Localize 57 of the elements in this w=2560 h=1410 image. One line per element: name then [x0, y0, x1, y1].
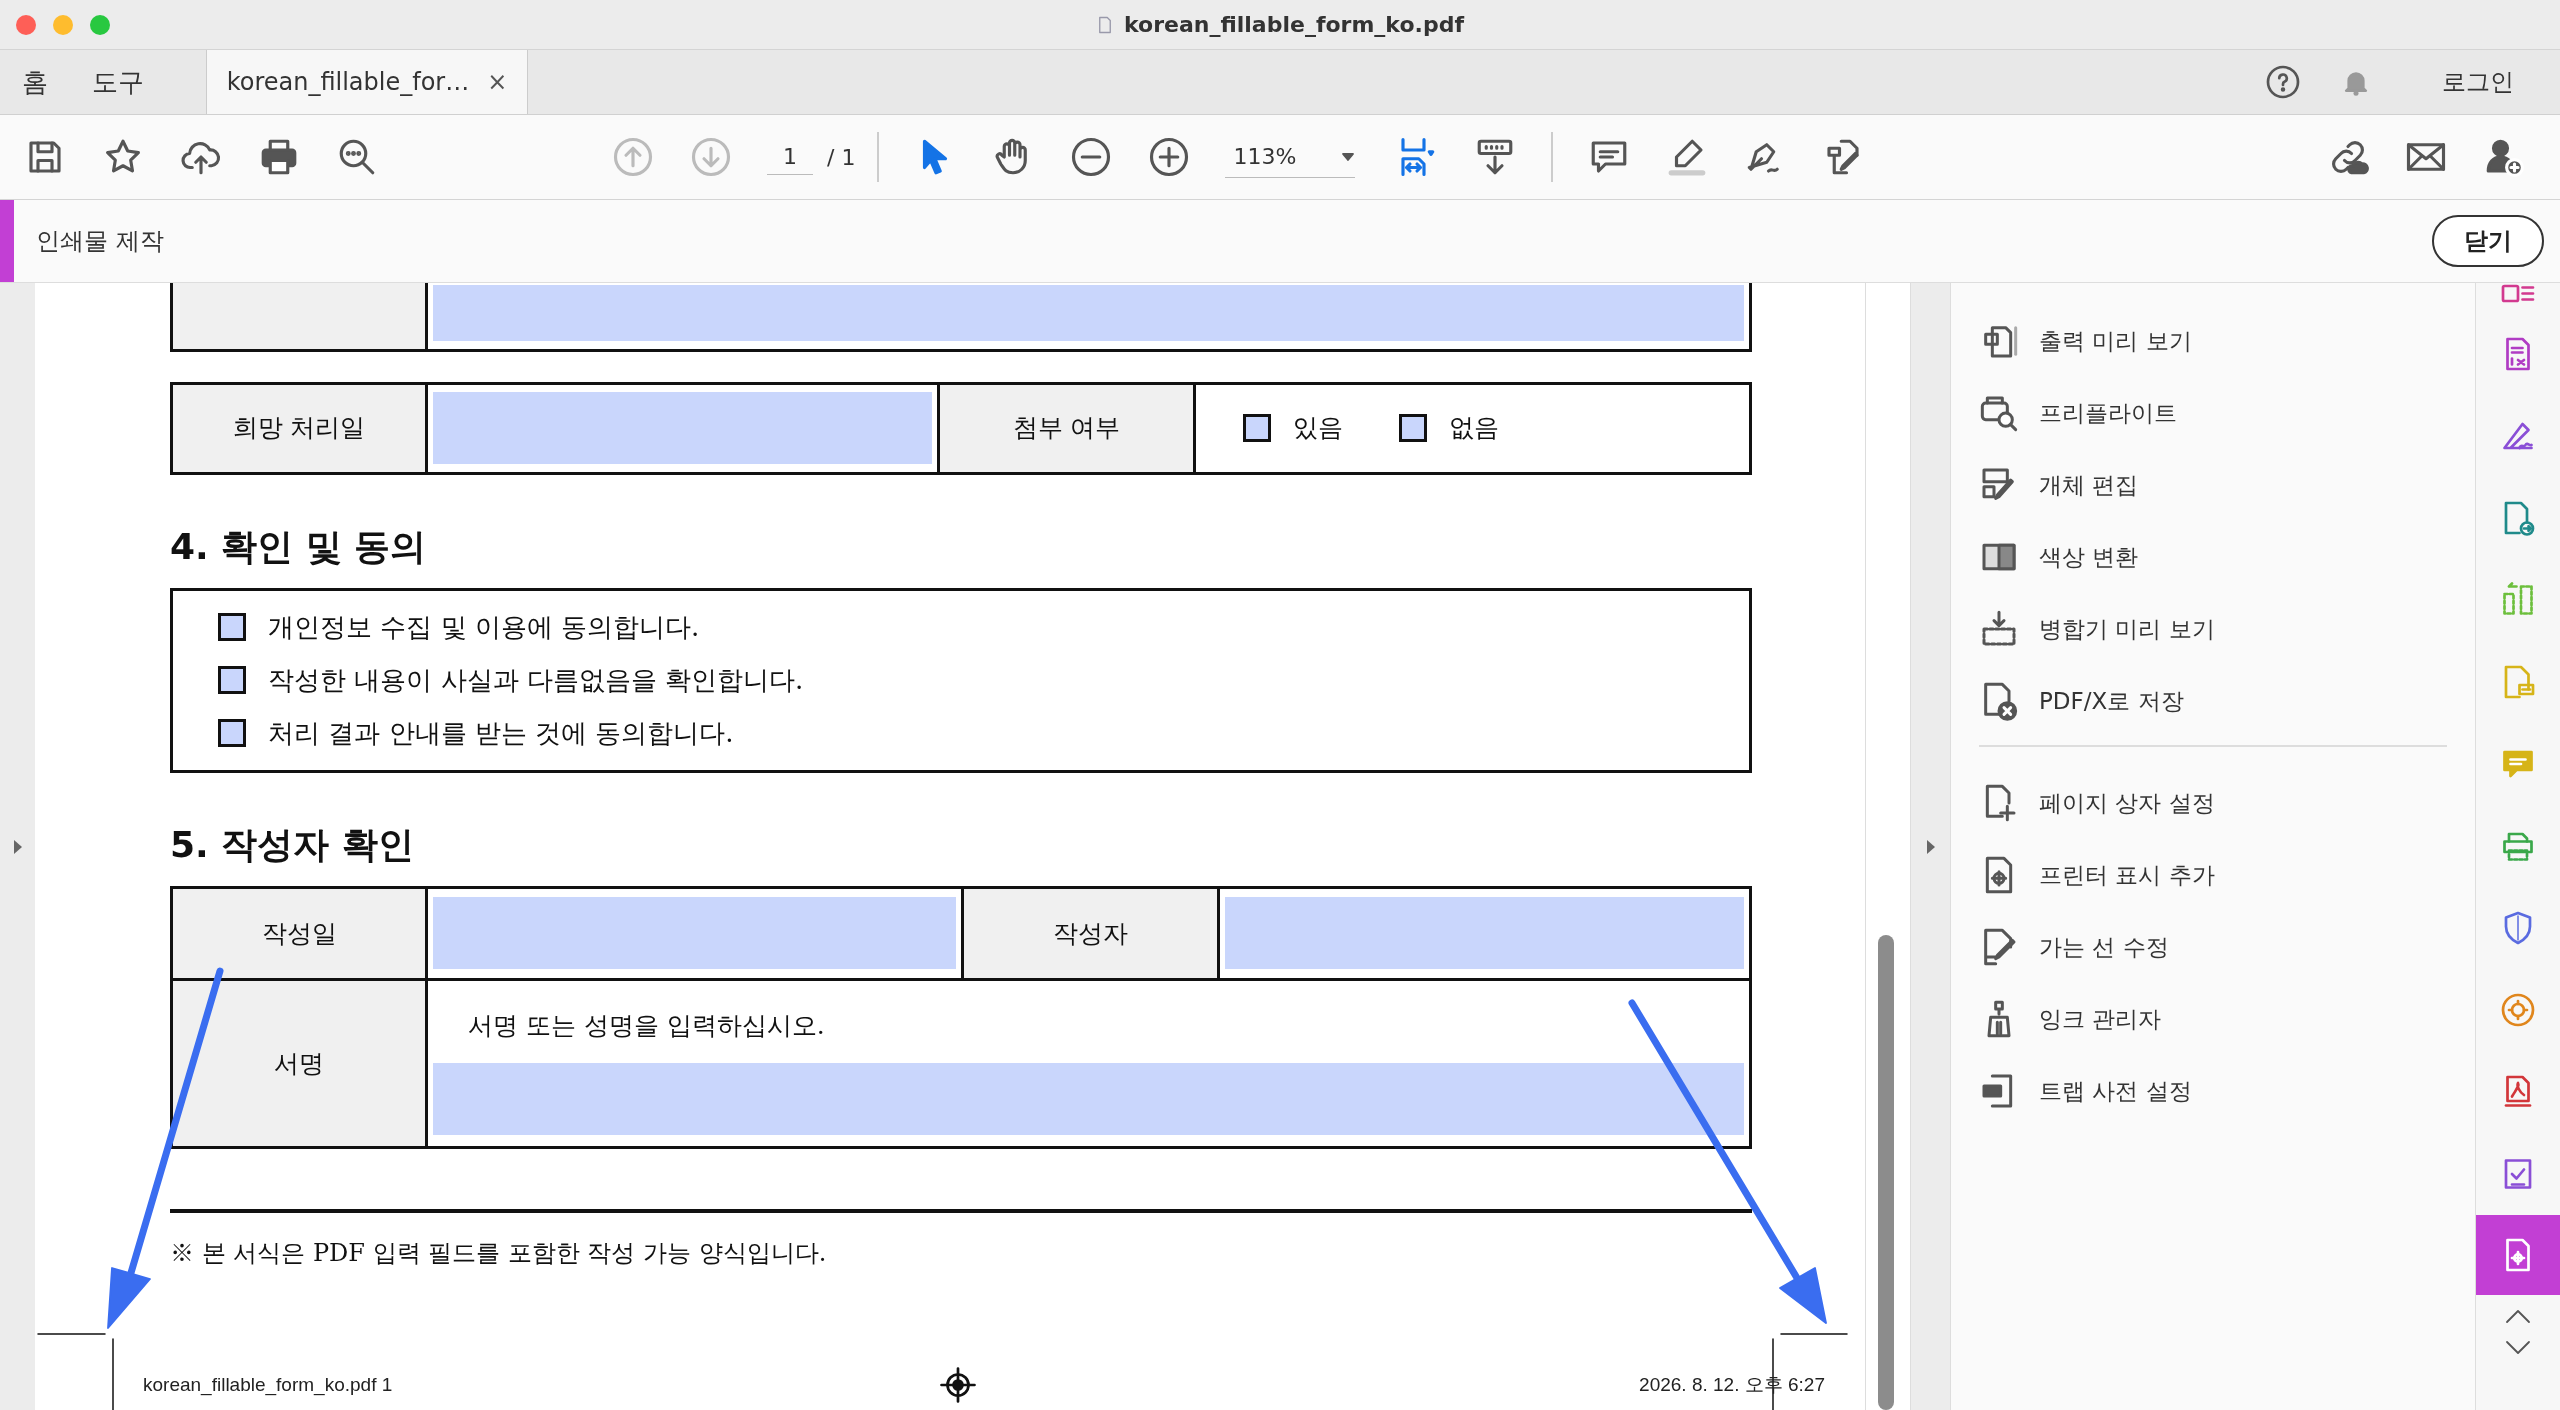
option-label: 있음 [1293, 412, 1343, 445]
page-number-field[interactable]: 1 [767, 139, 813, 175]
expand-right-icon[interactable] [1924, 837, 1937, 856]
checkbox-label: 작성한 내용이 사실과 다름없음을 확인합니다. [268, 663, 804, 697]
close-tab-button[interactable]: × [487, 64, 508, 100]
scrollbar-thumb[interactable] [1878, 935, 1894, 1410]
tab[interactable]: 홈 [0, 50, 70, 114]
tab[interactable]: korean_fillable_for… × [206, 50, 528, 114]
login-button[interactable]: 로그인 [2436, 63, 2520, 101]
text-input-field[interactable] [433, 285, 1744, 342]
footnote: ※ 본 서식은 PDF 입력 필드를 포함한 작성 가능 양식입니다. [170, 1237, 828, 1269]
form-label: 첨부 여부 [938, 383, 1195, 473]
panel-tool-item[interactable]: 출력 미리 보기 [1979, 305, 2447, 377]
checkbox[interactable] [1243, 414, 1271, 442]
form-label: 희망 처리일 [171, 383, 427, 473]
tab[interactable]: 도구 [70, 50, 166, 114]
checkbox[interactable] [218, 613, 246, 642]
chevron-up-icon [2505, 1307, 2531, 1324]
text-input-field[interactable] [433, 897, 956, 970]
chevron-down-icon [2505, 1339, 2531, 1356]
caret-icon [1341, 151, 1356, 162]
field-hint: 서명 또는 성명을 입력하십시오. [467, 1010, 826, 1043]
section-heading: 4. 확인 및 동의 [170, 524, 428, 568]
registration-mark-icon [940, 1367, 976, 1403]
tool-title: 인쇄물 제작 [36, 226, 164, 257]
panel-tool-item[interactable]: 개체 편집 [1979, 449, 2447, 521]
section-heading: 5. 작성자 확인 [170, 822, 415, 866]
checkbox[interactable] [218, 719, 246, 748]
page-total: / 1 [827, 143, 856, 172]
panel-tool-item[interactable]: 색상 변환 [1979, 521, 2447, 593]
option-label: 없음 [1449, 412, 1499, 445]
sidebar-tool[interactable] [2475, 1215, 2560, 1295]
checkbox[interactable] [218, 666, 246, 695]
form-label: 작성자 [962, 887, 1219, 980]
text-input-field[interactable] [433, 392, 932, 464]
window-title: korean_fillable_form_ko.pdf [1124, 11, 1464, 39]
checkbox-label: 처리 결과 안내를 받는 것에 동의합니다. [268, 716, 734, 750]
zoom-dropdown[interactable]: 113% [1225, 136, 1356, 178]
form-label: 작성일 [171, 887, 427, 980]
panel-tool-item[interactable]: 병합기 미리 보기 [1979, 593, 2447, 665]
panel-tool-item[interactable]: 트랩 사전 설정 [1979, 1055, 2447, 1127]
panel-tool-item[interactable]: 프리플라이트 [1979, 377, 2447, 449]
close-window-icon[interactable] [16, 15, 36, 35]
panel-tool-item[interactable]: 가는 선 수정 [1979, 911, 2447, 983]
panel-tool-item[interactable]: 잉크 관리자 [1979, 983, 2447, 1055]
panel-tool-item[interactable]: 페이지 상자 설정 [1979, 767, 2447, 839]
expand-left-icon[interactable] [11, 837, 24, 856]
form-label: 서명 [171, 979, 427, 1148]
print-footer-text: korean_fillable_form_ko.pdf 1 [143, 1373, 393, 1398]
help-icon[interactable] [2265, 64, 2301, 100]
panel-tool-item[interactable]: 프린터 표시 추가 [1979, 839, 2447, 911]
checkbox[interactable] [1399, 414, 1427, 442]
panel-tool-item[interactable]: PDF/X로 저장 [1979, 665, 2447, 737]
text-input-field[interactable] [1225, 897, 1744, 970]
close-button[interactable]: 닫기 [2432, 215, 2544, 267]
checkbox-label: 개인정보 수집 및 이용에 동의합니다. [268, 610, 700, 644]
signature-field[interactable] [433, 1062, 1744, 1135]
